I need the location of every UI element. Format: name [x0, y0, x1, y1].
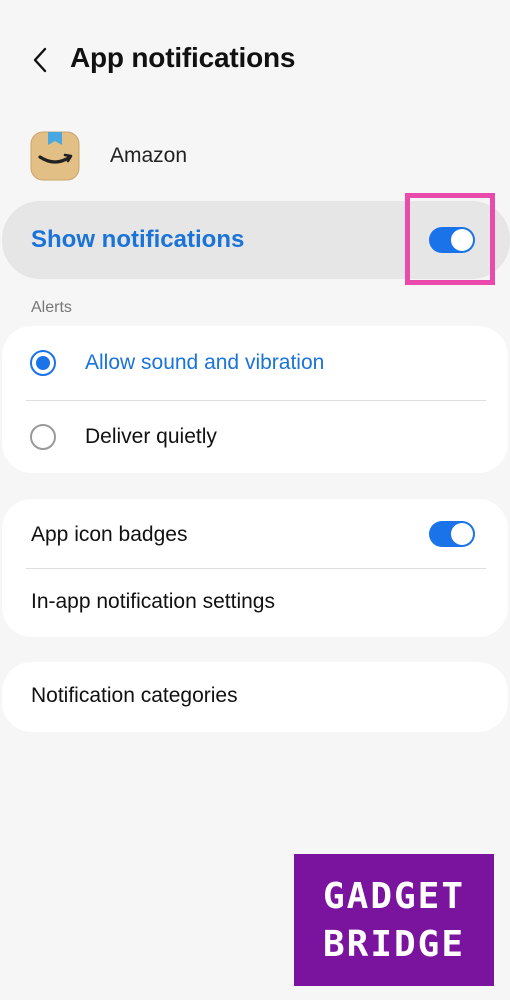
alerts-card: Allow sound and vibration Deliver quietl… [2, 326, 508, 473]
back-button[interactable] [24, 44, 56, 76]
show-notifications-toggle[interactable] [429, 227, 475, 253]
radio-selected-icon[interactable] [30, 350, 56, 376]
radio-dot [36, 356, 50, 370]
app-icon-badges-label: App icon badges [31, 523, 188, 546]
amazon-app-icon [30, 129, 80, 183]
alert-option-quiet[interactable]: Deliver quietly [2, 401, 508, 473]
categories-card: Notification categories [2, 662, 508, 732]
top-app-bar: App notifications [0, 28, 510, 92]
chevron-left-icon [33, 47, 47, 73]
radio-unselected-icon[interactable] [30, 424, 56, 450]
show-notifications-row[interactable]: Show notifications [2, 201, 510, 279]
page-title: App notifications [70, 42, 296, 73]
app-icon-badges-toggle[interactable] [429, 521, 475, 547]
toggle-knob [451, 523, 473, 545]
gadget-bridge-watermark-logo: GADGET BRIDGE [294, 854, 494, 986]
watermark-line-2: BRIDGE [322, 924, 466, 965]
in-app-notification-settings-label: In-app notification settings [31, 590, 275, 613]
toggle-knob [451, 229, 473, 251]
alerts-section-label: Alerts [31, 299, 72, 316]
app-name: Amazon [110, 144, 188, 167]
alert-option-label: Deliver quietly [85, 425, 217, 448]
app-info-row: Amazon [30, 128, 470, 184]
alert-option-label: Allow sound and vibration [85, 351, 325, 374]
app-notifications-screen: App notifications Amazon Show notificati… [0, 0, 510, 1000]
alert-option-sound[interactable]: Allow sound and vibration [2, 327, 508, 399]
in-app-notification-settings-row[interactable]: In-app notification settings [2, 569, 508, 637]
show-notifications-label: Show notifications [31, 226, 245, 253]
notification-categories-row[interactable]: Notification categories [2, 663, 508, 731]
watermark-line-1: GADGET [322, 876, 466, 917]
badges-card: App icon badges In-app notification sett… [2, 499, 508, 637]
app-icon-badges-row[interactable]: App icon badges [2, 501, 508, 569]
notification-categories-label: Notification categories [31, 684, 238, 707]
